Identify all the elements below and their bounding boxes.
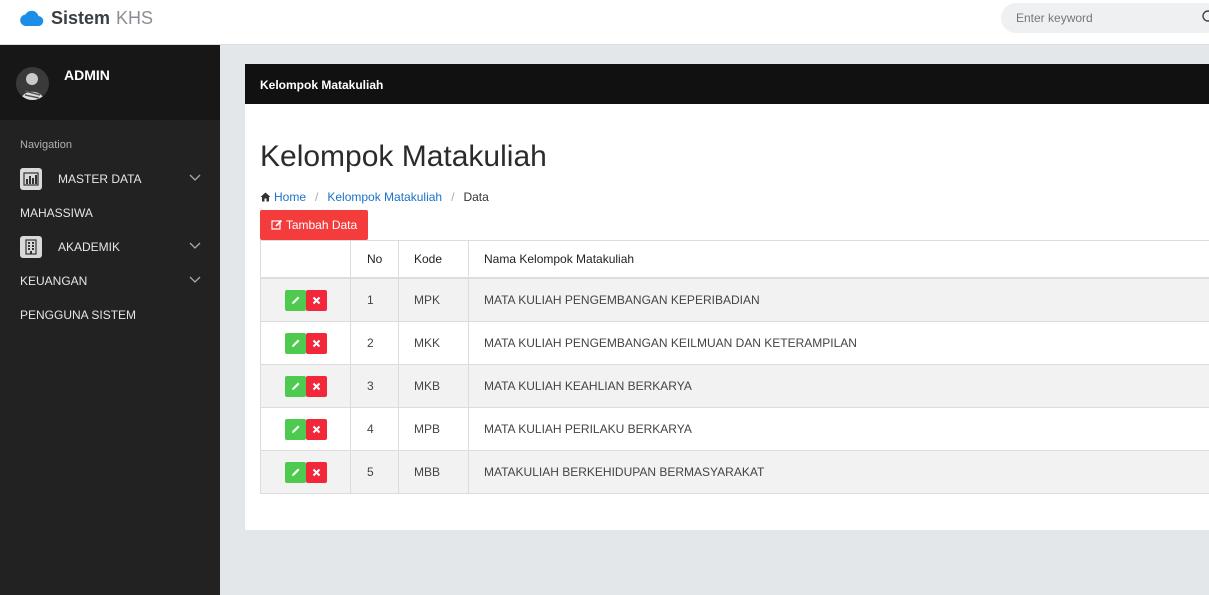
sidebar-item-label: MAHASSIWA: [20, 206, 93, 220]
building-icon: [20, 236, 42, 258]
chevron-down-icon: [189, 242, 201, 249]
delete-button[interactable]: [305, 418, 327, 440]
sidebar-item-label: KEUANGAN: [20, 274, 88, 288]
cell-nama: MATA KULIAH PERILAKU BERKARYA: [468, 408, 1209, 450]
cell-kode: MPB: [398, 408, 468, 450]
table-row: 1 MPK MATA KULIAH PENGEMBANGAN KEPERIBAD…: [260, 279, 1209, 322]
cell-kode: MKB: [398, 365, 468, 407]
edit-button[interactable]: [284, 289, 306, 311]
content-card: Kelompok Matakuliah Kelompok Matakuliah …: [245, 64, 1209, 530]
nav-heading: Navigation: [20, 139, 72, 151]
column-header-no[interactable]: No: [350, 241, 398, 277]
sidebar-item-master-data[interactable]: MASTER DATA: [0, 164, 220, 194]
cell-nama: MATA KULIAH PENGEMBANGAN KEPERIBADIAN: [468, 279, 1209, 321]
pencil-icon: [291, 468, 299, 476]
breadcrumb-separator: /: [315, 190, 319, 204]
cell-no: 1: [350, 279, 398, 321]
cell-nama: MATAKULIAH BERKEHIDUPAN BERMASYARAKAT: [468, 451, 1209, 493]
cell-no: 4: [350, 408, 398, 450]
sidebar-item-label: MASTER DATA: [58, 172, 142, 186]
delete-button[interactable]: [305, 332, 327, 354]
row-actions: [260, 451, 350, 493]
sidebar-item-pengguna-sistem[interactable]: PENGGUNA SISTEM: [0, 300, 220, 330]
pencil-icon: [291, 425, 299, 433]
pencil-icon: [291, 382, 299, 390]
pencil-icon: [291, 339, 299, 347]
search-box: [1001, 3, 1209, 33]
cell-kode: MBB: [398, 451, 468, 493]
breadcrumb-section-link[interactable]: Kelompok Matakuliah: [327, 190, 442, 204]
chevron-down-icon: [189, 276, 201, 283]
close-icon: [312, 296, 320, 304]
sidebar-item-akademik[interactable]: AKADEMIK: [0, 232, 220, 262]
row-actions: [260, 408, 350, 450]
cell-nama: MATA KULIAH PENGEMBANGAN KEILMUAN DAN KE…: [468, 322, 1209, 364]
brand-logo[interactable]: Sistem KHS: [18, 7, 153, 29]
breadcrumb-current: Data: [463, 190, 489, 204]
cloud-icon: [20, 10, 44, 27]
cell-no: 2: [350, 322, 398, 364]
table-row: 3 MKB MATA KULIAH KEAHLIAN BERKARYA: [260, 365, 1209, 408]
cell-kode: MKK: [398, 322, 468, 364]
sidebar: ADMIN Navigation MASTER DATA MAHASSIWA A…: [0, 45, 220, 595]
delete-button[interactable]: [305, 375, 327, 397]
edit-button[interactable]: [284, 375, 306, 397]
sidebar-item-mahasiswa[interactable]: MAHASSIWA: [0, 198, 220, 228]
cell-kode: MPK: [398, 279, 468, 321]
edit-button[interactable]: [284, 332, 306, 354]
table-row: 4 MPB MATA KULIAH PERILAKU BERKARYA: [260, 408, 1209, 451]
card-header: Kelompok Matakuliah: [245, 64, 1209, 104]
cell-nama: MATA KULIAH KEAHLIAN BERKARYA: [468, 365, 1209, 407]
row-actions: [260, 279, 350, 321]
delete-button[interactable]: [305, 289, 327, 311]
delete-button[interactable]: [305, 461, 327, 483]
close-icon: [312, 339, 320, 347]
card-header-title: Kelompok Matakuliah: [260, 78, 384, 92]
avatar[interactable]: [16, 67, 49, 100]
breadcrumb-home-link[interactable]: Home: [274, 190, 306, 204]
sidebar-item-label: PENGGUNA SISTEM: [20, 308, 137, 322]
top-bar: Sistem KHS: [0, 0, 1209, 45]
chevron-down-icon: [189, 174, 201, 181]
sidebar-item-label: AKADEMIK: [58, 240, 121, 254]
close-icon: [312, 382, 320, 390]
cell-no: 5: [350, 451, 398, 493]
search-input[interactable]: [1016, 10, 1186, 26]
page-title: Kelompok Matakuliah: [260, 140, 547, 173]
pencil-icon: [291, 296, 299, 304]
edit-square-icon: [271, 219, 282, 230]
add-data-label: Tambah Data: [285, 218, 358, 232]
table-row: 2 MKK MATA KULIAH PENGEMBANGAN KEILMUAN …: [260, 322, 1209, 365]
close-icon: [312, 425, 320, 433]
search-icon[interactable]: [1201, 9, 1209, 25]
brand-name: Sistem: [51, 7, 111, 28]
sidebar-item-keuangan[interactable]: KEUANGAN: [0, 266, 220, 296]
table-header-row: No Kode Nama Kelompok Matakuliah: [260, 240, 1209, 279]
edit-button[interactable]: [284, 418, 306, 440]
user-name: ADMIN: [64, 67, 110, 83]
row-actions: [260, 322, 350, 364]
cell-no: 3: [350, 365, 398, 407]
column-header-kode[interactable]: Kode: [398, 241, 468, 277]
breadcrumb: Home / Kelompok Matakuliah / Data: [260, 190, 489, 204]
column-header-actions: [260, 241, 350, 277]
row-actions: [260, 365, 350, 407]
column-header-nama[interactable]: Nama Kelompok Matakuliah: [468, 241, 1209, 277]
home-icon: [260, 192, 271, 202]
user-panel: ADMIN: [0, 45, 220, 120]
edit-button[interactable]: [284, 461, 306, 483]
breadcrumb-separator: /: [451, 190, 455, 204]
brand-suffix: KHS: [116, 7, 154, 28]
chart-icon: [20, 168, 42, 190]
table-row: 5 MBB MATAKULIAH BERKEHIDUPAN BERMASYARA…: [260, 451, 1209, 494]
close-icon: [312, 468, 320, 476]
add-data-button[interactable]: Tambah Data: [260, 210, 368, 240]
